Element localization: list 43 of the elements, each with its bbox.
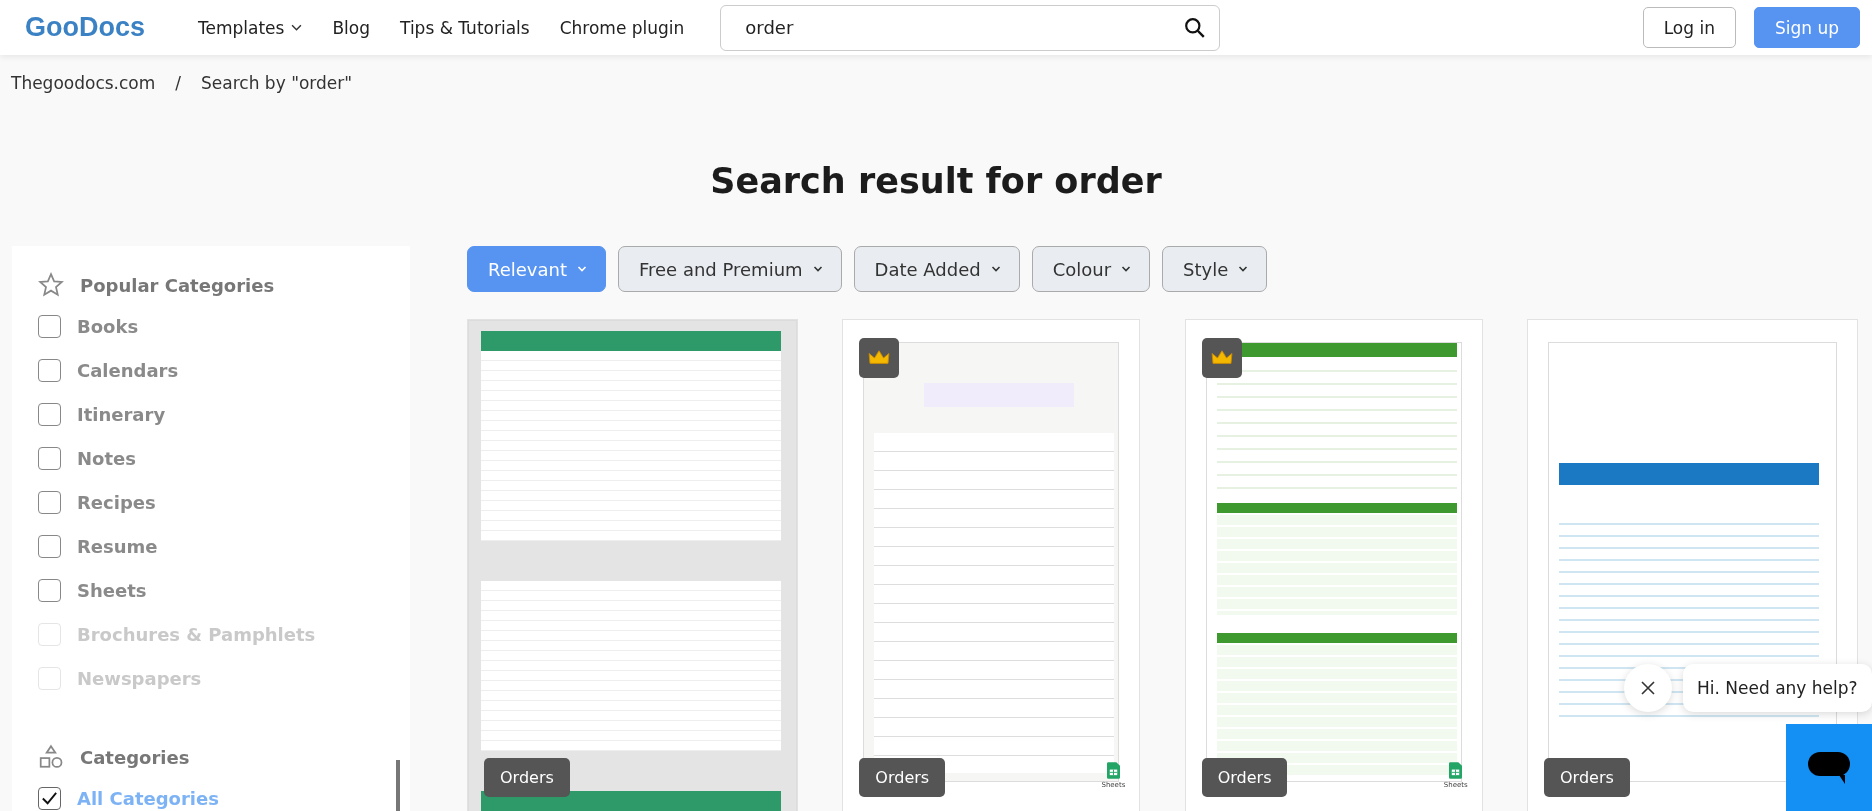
filter-dropdown[interactable]: Style bbox=[1162, 246, 1268, 292]
category-tag[interactable]: Orders bbox=[859, 758, 946, 797]
filter-dropdown[interactable]: Colour bbox=[1031, 246, 1151, 292]
star-icon bbox=[38, 272, 64, 298]
checkbox[interactable] bbox=[38, 402, 61, 426]
section-heading: Popular Categories bbox=[80, 274, 275, 296]
chevron-down-icon bbox=[812, 266, 823, 272]
nav-link[interactable]: Tips & Tutorials bbox=[400, 17, 530, 38]
chevron-down-icon bbox=[1238, 266, 1249, 272]
search-icon[interactable] bbox=[1184, 16, 1207, 39]
chat-button[interactable] bbox=[1786, 724, 1872, 811]
checkbox[interactable] bbox=[38, 358, 61, 382]
page-title: Search result for order bbox=[709, 161, 1163, 201]
category-tag[interactable]: Orders bbox=[1544, 758, 1630, 797]
checkbox[interactable] bbox=[38, 534, 61, 558]
section-heading: Categories bbox=[80, 746, 190, 768]
chat-message[interactable]: Hi. Need any help? bbox=[1683, 664, 1872, 712]
nav-link[interactable]: Templates bbox=[198, 17, 303, 38]
category-tag[interactable]: Orders bbox=[1201, 758, 1288, 797]
breadcrumb-separator: / bbox=[175, 73, 182, 93]
search-field[interactable]: order bbox=[720, 4, 1221, 51]
close-icon bbox=[1640, 680, 1656, 696]
chevron-down-icon bbox=[990, 266, 1001, 272]
category-tag[interactable]: Orders bbox=[484, 758, 570, 797]
logo[interactable]: GooDocs bbox=[25, 12, 160, 43]
speech-bubble-icon bbox=[1807, 750, 1851, 785]
checkbox[interactable] bbox=[38, 490, 61, 514]
shapes-icon bbox=[38, 744, 64, 770]
checkbox[interactable] bbox=[38, 314, 61, 338]
log-in-button[interactable]: Log in bbox=[1642, 7, 1736, 48]
template-card[interactable]: Orders bbox=[467, 319, 798, 811]
spreadsheet-icon bbox=[1449, 762, 1463, 779]
checkbox[interactable] bbox=[38, 786, 61, 810]
checkbox[interactable] bbox=[38, 578, 61, 602]
filter-dropdown[interactable]: Date Added bbox=[853, 246, 1020, 292]
nav-link[interactable]: Blog bbox=[332, 17, 370, 38]
chevron-down-icon bbox=[577, 266, 587, 272]
breadcrumb-link[interactable]: Thegoodocs.com bbox=[11, 73, 156, 93]
chevron-down-icon bbox=[1121, 266, 1132, 272]
breadcrumb-link[interactable]: Search by "order" bbox=[201, 73, 353, 93]
nav-link[interactable]: Chrome plugin bbox=[559, 17, 685, 38]
checkbox[interactable] bbox=[38, 446, 61, 470]
filter-dropdown[interactable]: Free and Premium bbox=[618, 246, 842, 292]
